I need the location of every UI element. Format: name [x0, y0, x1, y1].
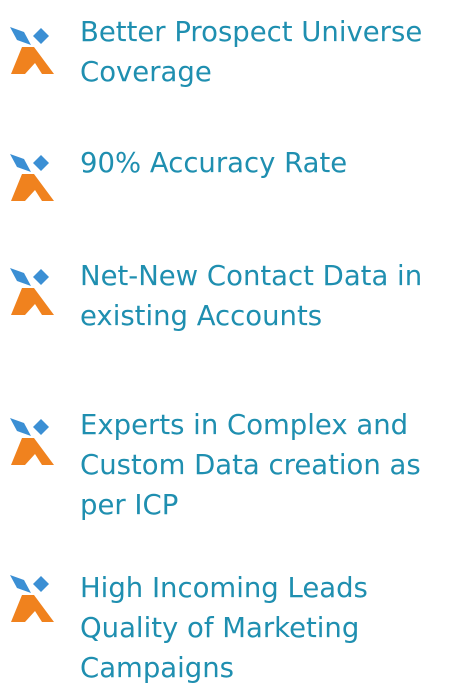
icon-blue-right-shape	[33, 155, 49, 171]
feature-text: Better Prospect Universe Coverage	[80, 12, 454, 92]
brand-x-logo-icon	[6, 23, 56, 78]
feature-text: Experts in Complex and Custom Data creat…	[80, 405, 454, 525]
feature-line: existing Accounts	[80, 300, 323, 332]
icon-blue-right-shape	[33, 28, 49, 44]
brand-x-logo-icon	[6, 150, 56, 205]
brand-x-logo-icon	[6, 414, 56, 469]
feature-line: Coverage	[80, 56, 212, 88]
brand-x-logo-svg	[10, 575, 54, 622]
feature-line: Net-New Contact Data in	[80, 260, 423, 292]
feature-line: Custom Data creation as	[80, 449, 421, 481]
feature-line: per ICP	[80, 489, 179, 521]
feature-text: High Incoming Leads Quality of Marketing…	[80, 568, 454, 688]
feature-line: Better Prospect Universe	[80, 16, 423, 48]
icon-orange-shape	[11, 288, 54, 315]
brand-x-logo-svg	[10, 154, 54, 201]
feature-line: 90% Accuracy Rate	[80, 147, 348, 179]
icon-blue-right-shape	[33, 419, 49, 435]
feature-line: Quality of Marketing	[80, 612, 360, 644]
feature-text: 90% Accuracy Rate	[80, 143, 454, 183]
brand-x-logo-svg	[10, 268, 54, 315]
icon-orange-shape	[11, 47, 54, 74]
icon-blue-left-shape	[10, 418, 31, 436]
icon-blue-left-shape	[10, 27, 31, 45]
icon-orange-shape	[11, 174, 54, 201]
brand-x-logo-icon	[6, 264, 56, 319]
feature-line: Campaigns	[80, 652, 235, 684]
brand-x-logo-svg	[10, 27, 54, 74]
feature-list: Better Prospect Universe Coverage 90% Ac…	[0, 0, 456, 691]
icon-blue-right-shape	[33, 269, 49, 285]
feature-line: High Incoming Leads	[80, 572, 368, 604]
icon-blue-left-shape	[10, 575, 31, 593]
icon-blue-left-shape	[10, 268, 31, 286]
feature-text: Net-New Contact Data in existing Account…	[80, 256, 454, 336]
feature-line: Experts in Complex and	[80, 409, 409, 441]
icon-blue-right-shape	[33, 576, 49, 592]
icon-orange-shape	[11, 595, 54, 622]
icon-orange-shape	[11, 438, 54, 465]
brand-x-logo-svg	[10, 418, 54, 465]
icon-blue-left-shape	[10, 154, 31, 172]
brand-x-logo-icon	[6, 571, 56, 626]
